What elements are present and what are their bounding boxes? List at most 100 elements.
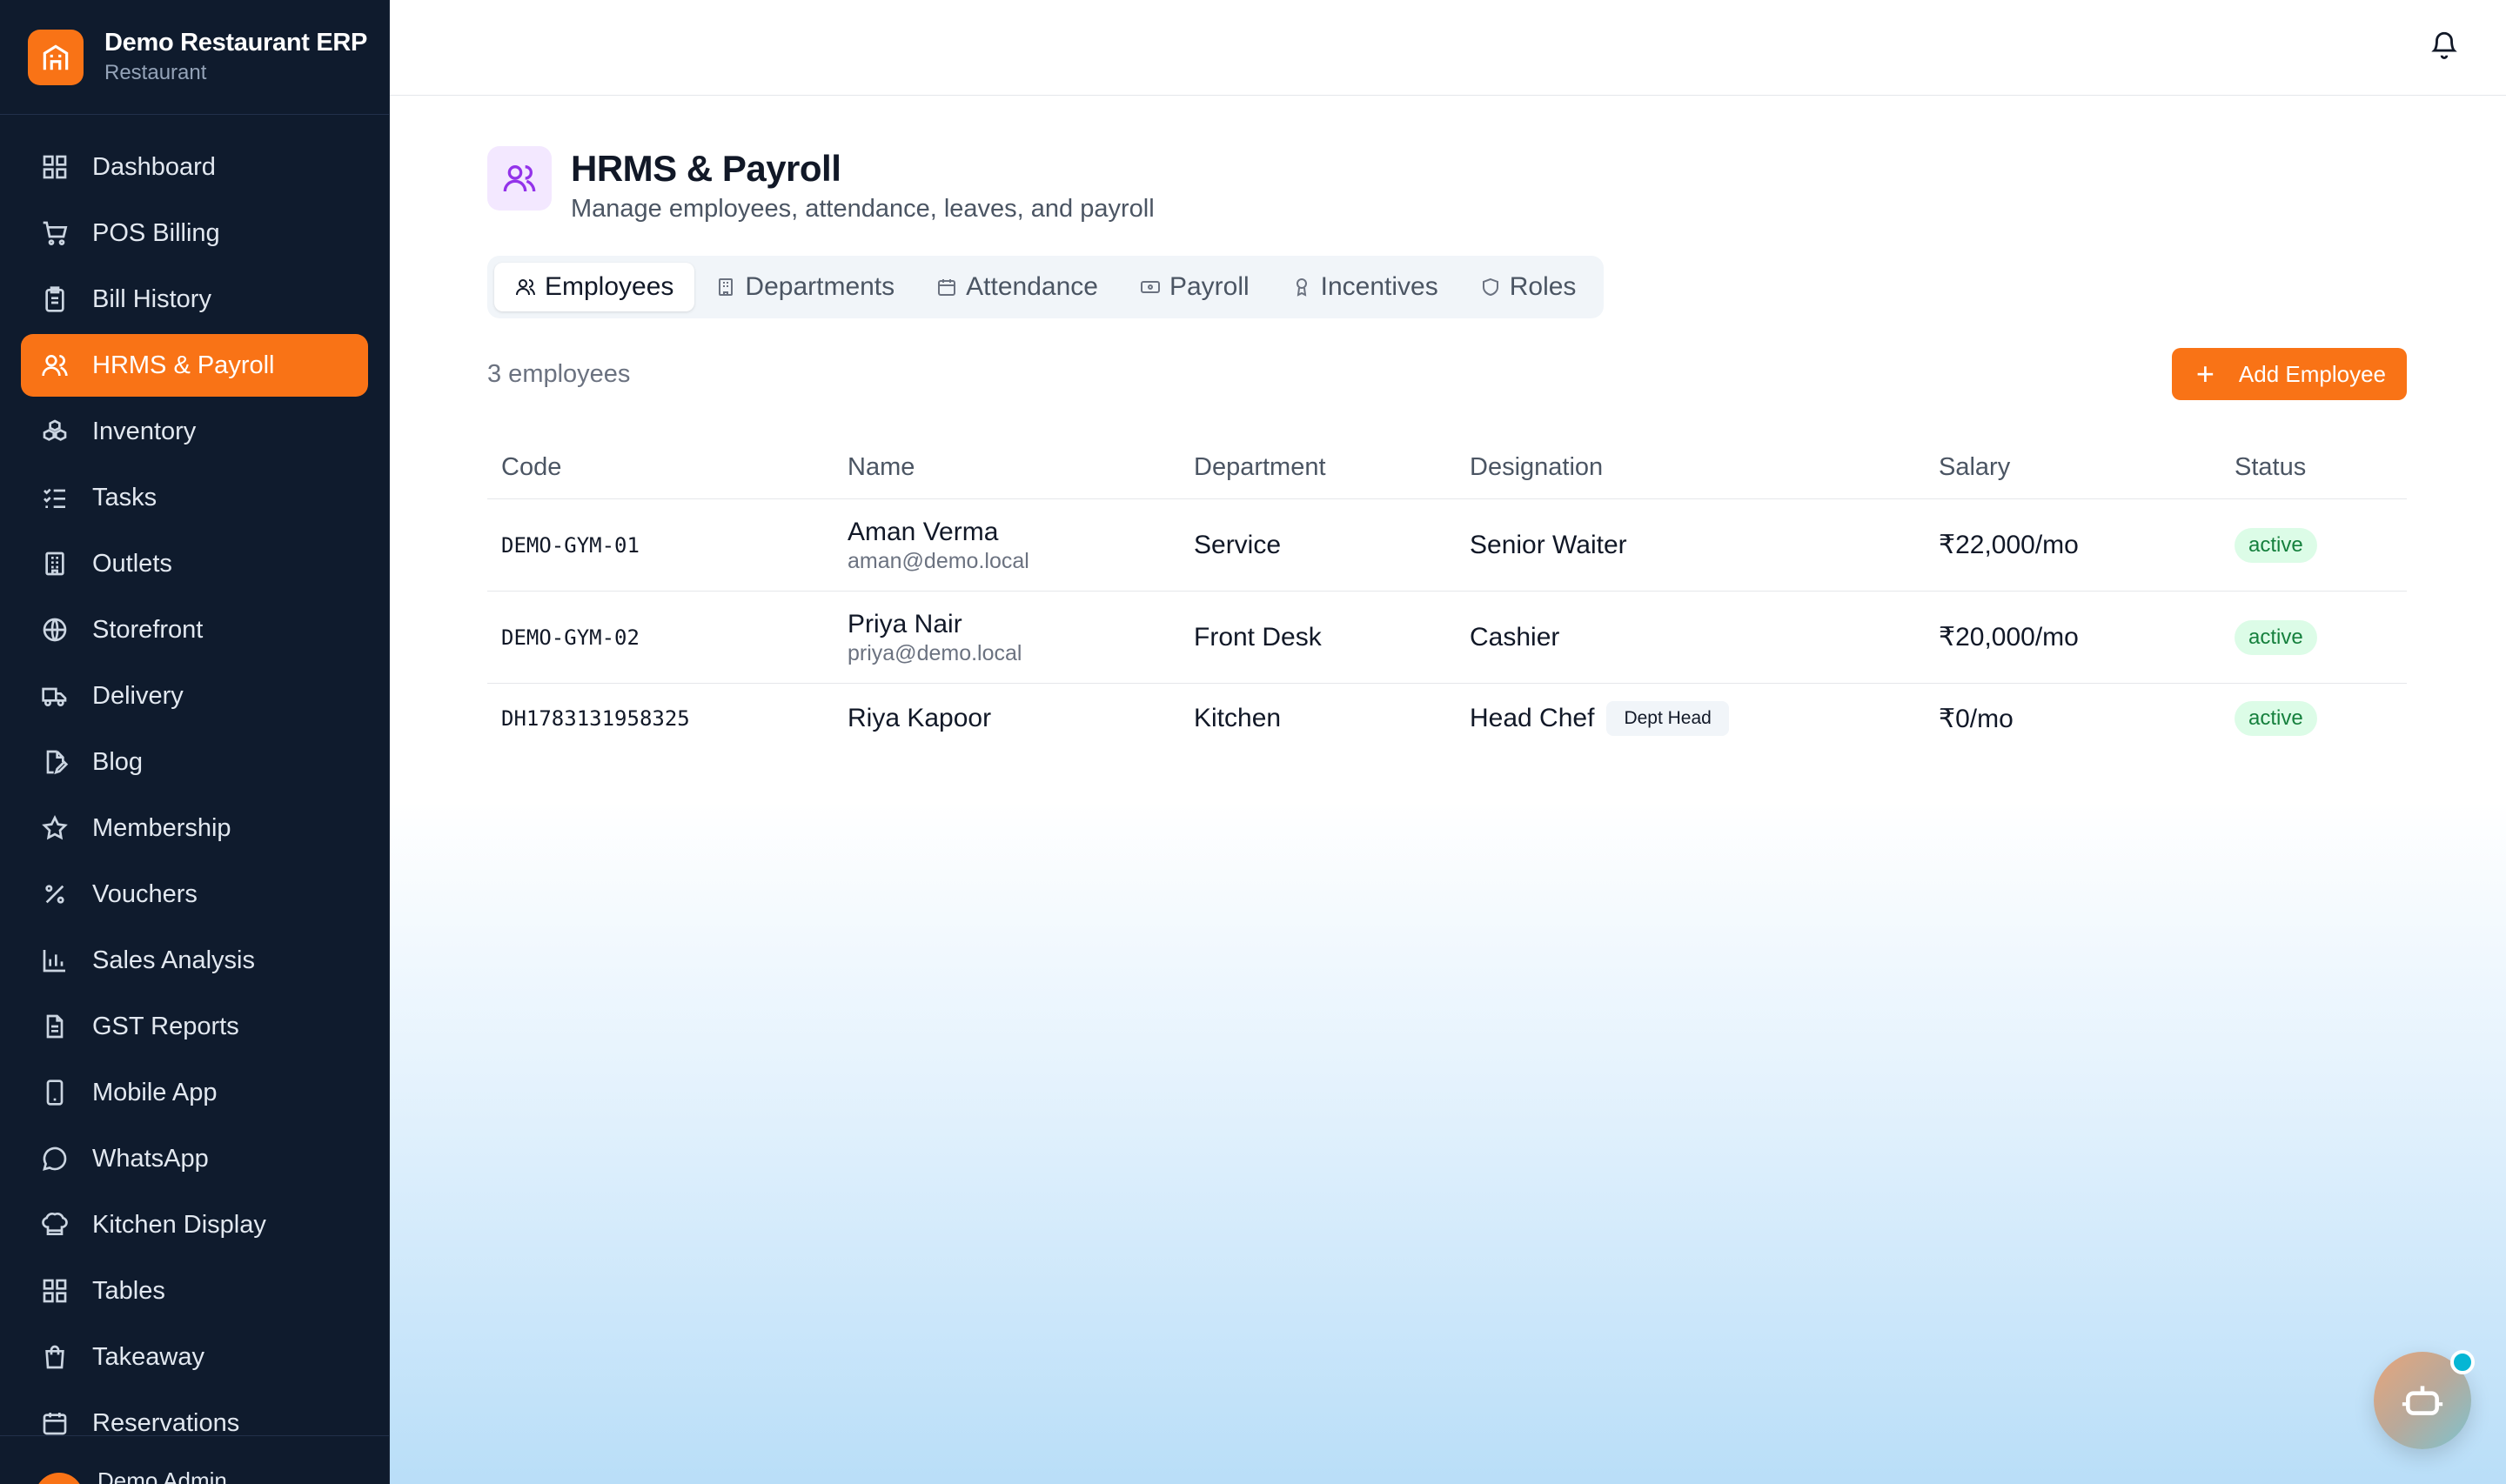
column-header-designation[interactable]: Designation <box>1456 453 1925 482</box>
page-header: HRMS & Payroll Manage employees, attenda… <box>487 146 1155 224</box>
sidebar-item-label: Reservations <box>92 1408 240 1437</box>
brand-header[interactable]: Demo Restaurant ERP Restaurant <box>0 0 389 115</box>
brand-name: Demo Restaurant ERP <box>104 29 368 57</box>
tab-departments[interactable]: Departments <box>694 263 915 311</box>
sidebar-item-label: GST Reports <box>92 1012 239 1040</box>
sidebar-item-label: Takeaway <box>92 1342 204 1371</box>
sidebar-item-storefront[interactable]: Storefront <box>21 598 368 661</box>
employee-designation: Head Chef <box>1470 704 1595 732</box>
sidebar-item-label: Bill History <box>92 284 211 313</box>
employee-count: 3 employees <box>487 360 631 388</box>
sidebar-item-dashboard[interactable]: Dashboard <box>21 136 368 198</box>
tab-attendance[interactable]: Attendance <box>915 263 1119 311</box>
sidebar-item-sales-analysis[interactable]: Sales Analysis <box>21 929 368 992</box>
sidebar-item-label: Outlets <box>92 549 172 578</box>
building-icon <box>40 549 70 578</box>
sidebar-item-mobile-app[interactable]: Mobile App <box>21 1061 368 1124</box>
employee-code: DEMO-GYM-02 <box>501 625 640 650</box>
sidebar-item-label: Vouchers <box>92 879 198 908</box>
sidebar-item-label: Storefront <box>92 615 204 644</box>
users-icon <box>40 351 70 380</box>
dept-head-badge: Dept Head <box>1606 701 1729 736</box>
sidebar-item-label: Inventory <box>92 417 197 445</box>
sidebar-item-label: Membership <box>92 813 231 842</box>
employee-designation: Cashier <box>1470 622 1560 652</box>
sidebar-item-blog[interactable]: Blog <box>21 731 368 793</box>
percent-icon <box>40 879 70 909</box>
sidebar: Demo Restaurant ERP Restaurant Dashboard… <box>0 0 390 1484</box>
page-subtitle: Manage employees, attendance, leaves, an… <box>571 195 1155 223</box>
sidebar-item-tables[interactable]: Tables <box>21 1260 368 1322</box>
boxes-icon <box>40 417 70 446</box>
sidebar-item-label: Dashboard <box>92 152 216 181</box>
tab-bar: Employees Departments Attendance Payroll… <box>487 256 1605 318</box>
sidebar-item-label: WhatsApp <box>92 1144 209 1173</box>
employee-name-cell: Aman Verma aman@demo.local <box>834 517 1180 574</box>
sidebar-item-label: Tables <box>92 1276 165 1305</box>
column-header-status[interactable]: Status <box>2221 453 2407 482</box>
sidebar-item-kitchen-display[interactable]: Kitchen Display <box>21 1193 368 1256</box>
sidebar-item-label: Blog <box>92 747 144 776</box>
sidebar-item-delivery[interactable]: Delivery <box>21 665 368 727</box>
calendar-icon <box>40 1408 70 1438</box>
sidebar-item-gst-reports[interactable]: GST Reports <box>21 995 368 1058</box>
table-row[interactable]: DH1783131958325 Riya Kapoor Kitchen Head… <box>487 684 2407 753</box>
tab-payroll[interactable]: Payroll <box>1119 263 1270 311</box>
tab-incentives[interactable]: Incentives <box>1270 263 1459 311</box>
clipboard-icon <box>40 284 70 314</box>
sidebar-item-label: Mobile App <box>92 1078 218 1106</box>
employee-name: Riya Kapoor <box>848 704 992 732</box>
column-header-name[interactable]: Name <box>834 453 1180 482</box>
cart-icon <box>40 218 70 248</box>
file-edit-icon <box>40 747 70 777</box>
calendar-icon <box>938 279 956 296</box>
add-employee-label: Add Employee <box>2238 360 2386 387</box>
sidebar-item-hrms-payroll[interactable]: HRMS & Payroll <box>21 334 368 397</box>
bell-icon[interactable] <box>2429 30 2461 61</box>
employee-salary: ₹22,000/mo <box>1939 531 2079 559</box>
sidebar-item-label: Delivery <box>92 681 184 710</box>
sidebar-nav: Dashboard POS Billing Bill History HRMS … <box>0 115 389 1454</box>
tab-label: Incentives <box>1320 272 1438 301</box>
sidebar-item-vouchers[interactable]: Vouchers <box>21 863 368 926</box>
tab-roles[interactable]: Roles <box>1459 263 1598 311</box>
employee-status-cell: active <box>2221 527 2407 563</box>
sidebar-item-label: Kitchen Display <box>92 1210 266 1239</box>
sidebar-item-takeaway[interactable]: Takeaway <box>21 1326 368 1388</box>
chat-icon <box>40 1144 70 1173</box>
truck-icon <box>40 681 70 711</box>
employee-status-cell: active <box>2221 701 2407 736</box>
employee-email: aman@demo.local <box>848 548 1029 573</box>
tab-label: Roles <box>1509 272 1577 301</box>
user-footer[interactable]: Demo Admin <box>0 1435 389 1484</box>
employee-status-cell: active <box>2221 619 2407 655</box>
sidebar-item-label: POS Billing <box>92 218 220 247</box>
tab-employees[interactable]: Employees <box>494 263 695 311</box>
table-row[interactable]: DEMO-GYM-01 Aman Verma aman@demo.local S… <box>487 499 2407 592</box>
table-row[interactable]: DEMO-GYM-02 Priya Nair priya@demo.local … <box>487 592 2407 684</box>
sidebar-item-outlets[interactable]: Outlets <box>21 532 368 595</box>
chef-hat-icon <box>40 1210 70 1240</box>
sidebar-item-membership[interactable]: Membership <box>21 797 368 859</box>
topbar <box>390 0 2506 96</box>
sidebar-item-label: Tasks <box>92 483 157 511</box>
sidebar-item-tasks[interactable]: Tasks <box>21 466 368 529</box>
employee-name-cell: Priya Nair priya@demo.local <box>834 609 1180 666</box>
column-header-code[interactable]: Code <box>487 453 834 482</box>
sidebar-item-inventory[interactable]: Inventory <box>21 400 368 463</box>
sidebar-item-bill-history[interactable]: Bill History <box>21 268 368 331</box>
sidebar-item-pos-billing[interactable]: POS Billing <box>21 202 368 264</box>
employee-designation-cell: Cashier <box>1456 623 1925 652</box>
add-employee-button[interactable]: + Add Employee <box>2171 348 2407 400</box>
building-icon <box>719 278 734 296</box>
column-header-salary[interactable]: Salary <box>1925 453 2221 482</box>
bot-icon <box>2402 1386 2443 1415</box>
sidebar-item-whatsapp[interactable]: WhatsApp <box>21 1127 368 1190</box>
employee-email: priya@demo.local <box>848 640 1022 665</box>
employee-salary: ₹20,000/mo <box>1939 623 2079 652</box>
employee-designation: Senior Waiter <box>1470 530 1627 559</box>
brand-type: Restaurant <box>104 61 207 84</box>
column-header-department[interactable]: Department <box>1180 453 1456 482</box>
banknote-icon <box>1140 281 1160 293</box>
employee-designation-cell: Head Chef Dept Head <box>1456 701 1925 736</box>
